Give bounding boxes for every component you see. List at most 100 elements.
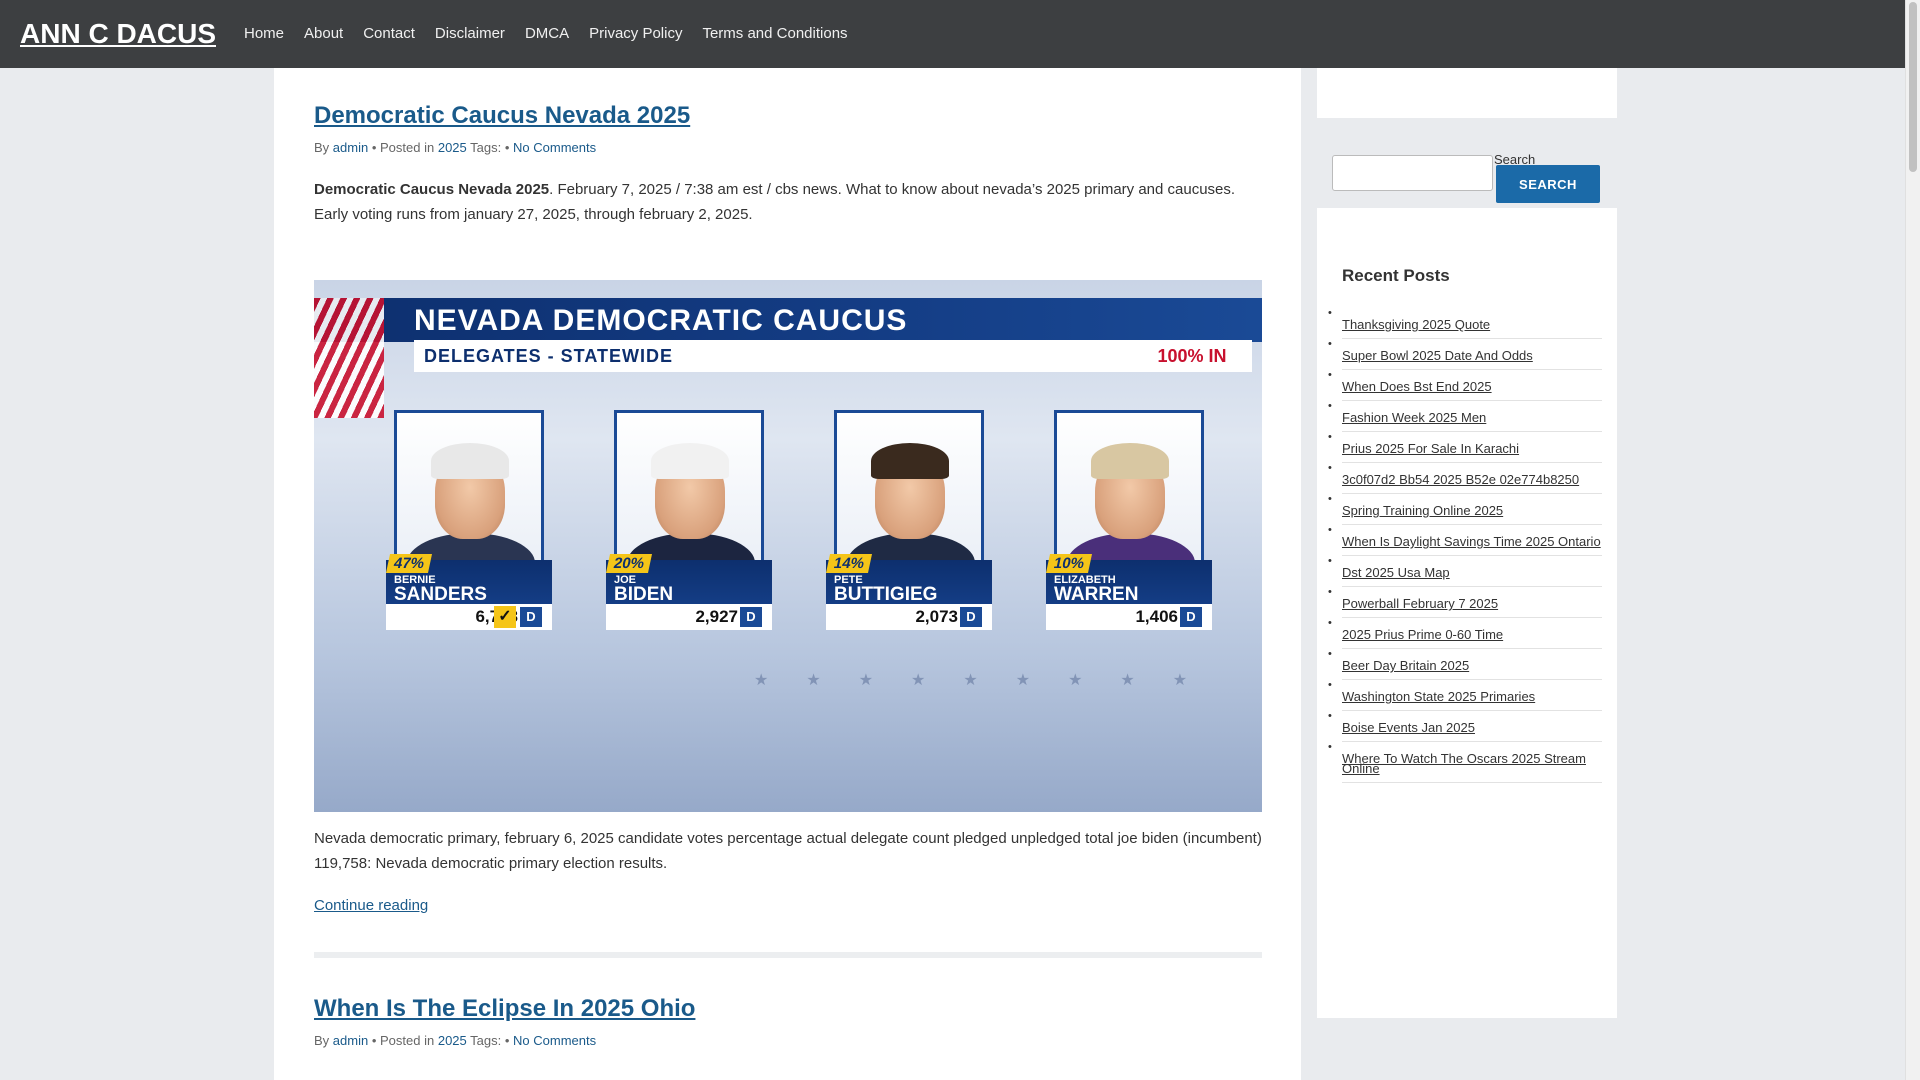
candidate-last-name: BIDEN xyxy=(614,584,674,605)
nav-item-about: About xyxy=(294,0,353,68)
recent-post-link[interactable]: Powerball February 7 2025 xyxy=(1342,596,1498,611)
nav-item-contact: Contact xyxy=(353,0,425,68)
recent-post-link[interactable]: When Is Daylight Savings Time 2025 Ontar… xyxy=(1342,534,1601,549)
recent-post-item: 2025 Prius Prime 0-60 Time xyxy=(1328,618,1602,649)
candidate-percent: 20% xyxy=(605,554,653,573)
post-body-text: Nevada democratic primary, february 6, 2… xyxy=(314,830,1262,872)
post-article-2: When Is The Eclipse In 2025 Ohio By admi… xyxy=(314,995,1262,1048)
author-link[interactable]: admin xyxy=(333,140,368,155)
continue-reading-link[interactable]: Continue reading xyxy=(314,897,428,914)
meta-bullet: • xyxy=(504,140,510,155)
candidate-party: D xyxy=(1180,607,1202,627)
nav-link-about[interactable]: About xyxy=(294,0,353,68)
category-link-2[interactable]: 2025 xyxy=(438,1033,467,1048)
nav-link-disclaimer[interactable]: Disclaimer xyxy=(425,0,515,68)
nav-link-contact[interactable]: Contact xyxy=(353,0,425,68)
recent-post-item: Spring Training Online 2025 xyxy=(1328,494,1602,525)
post-title-link[interactable]: Democratic Caucus Nevada 2025 xyxy=(314,102,690,130)
post-title-link-2[interactable]: When Is The Eclipse In 2025 Ohio xyxy=(314,995,695,1023)
post-divider xyxy=(314,952,1262,958)
graphic-subtitle: DELEGATES - STATEWIDE xyxy=(414,340,1194,372)
nav-link-terms[interactable]: Terms and Conditions xyxy=(692,0,857,68)
recent-post-link[interactable]: Super Bowl 2025 Date And Odds xyxy=(1342,348,1533,363)
graphic-reporting: 100% IN xyxy=(1132,340,1252,372)
candidate-percent: 47% xyxy=(385,554,433,573)
recent-post-item: 3c0f07d2 Bb54 2025 B52e 02e774b8250 xyxy=(1328,463,1602,494)
page-scrollbar[interactable] xyxy=(1905,0,1920,1080)
recent-post-link[interactable]: Fashion Week 2025 Men xyxy=(1342,410,1486,425)
meta-by: By xyxy=(314,140,330,155)
candidate-party: D xyxy=(960,607,982,627)
recent-post-item: Super Bowl 2025 Date And Odds xyxy=(1328,339,1602,370)
meta-tags-2: Tags: xyxy=(470,1033,502,1048)
candidate-last-name: SANDERS xyxy=(394,584,487,605)
recent-post-link[interactable]: Washington State 2025 Primaries xyxy=(1342,689,1535,704)
recent-post-link[interactable]: Spring Training Online 2025 xyxy=(1342,503,1503,518)
main-nav: Home About Contact Disclaimer DMCA Priva… xyxy=(234,0,858,68)
search-button[interactable]: SEARCH xyxy=(1496,165,1600,203)
nav-link-dmca[interactable]: DMCA xyxy=(515,0,579,68)
candidate-card: 20% JOE BIDEN 2,927 D xyxy=(605,410,772,640)
recent-posts-widget: Recent Posts Thanksgiving 2025 Quote Supe… xyxy=(1317,238,1617,1018)
recent-post-link[interactable]: Beer Day Britain 2025 xyxy=(1342,658,1469,673)
recent-post-link[interactable]: 2025 Prius Prime 0-60 Time xyxy=(1342,627,1503,642)
post-article: Democratic Caucus Nevada 2025 By admin •… xyxy=(314,102,1262,227)
candidate-card: 14% PETE BUTTIGIEG 2,073 D xyxy=(825,410,992,640)
sidebar-blank-widget xyxy=(1317,68,1617,118)
recent-post-item: Thanksgiving 2025 Quote xyxy=(1328,308,1602,339)
candidate-percent: 10% xyxy=(1045,554,1093,573)
star-icon: ★ xyxy=(1120,672,1135,689)
recent-post-item: When Does Bst End 2025 xyxy=(1328,370,1602,401)
comments-link-2[interactable]: No Comments xyxy=(513,1033,596,1048)
candidate-percent: 14% xyxy=(825,554,873,573)
recent-post-item: Fashion Week 2025 Men xyxy=(1328,401,1602,432)
recent-post-item: When Is Daylight Savings Time 2025 Ontar… xyxy=(1328,525,1602,556)
recent-posts-title: Recent Posts xyxy=(1342,266,1450,285)
category-link[interactable]: 2025 xyxy=(438,140,467,155)
post-intro: Democratic Caucus Nevada 2025. February … xyxy=(314,177,1262,227)
recent-post-link[interactable]: Thanksgiving 2025 Quote xyxy=(1342,317,1490,332)
star-icon: ★ xyxy=(806,672,821,689)
recent-post-item: Boise Events Jan 2025 xyxy=(1328,711,1602,742)
recent-post-link[interactable]: Prius 2025 For Sale In Karachi xyxy=(1342,441,1519,456)
recent-post-link[interactable]: Boise Events Jan 2025 xyxy=(1342,720,1475,735)
site-title-link[interactable]: ANN C DACUS xyxy=(20,18,216,50)
recent-post-link[interactable]: When Does Bst End 2025 xyxy=(1342,379,1492,394)
candidate-row: 47%BERNIESANDERS6,788✓D 20%JOEBIDEN2,927D… xyxy=(385,410,1212,640)
recent-post-item: Beer Day Britain 2025 xyxy=(1328,649,1602,680)
main-content: Democratic Caucus Nevada 2025 By admin •… xyxy=(274,68,1301,1080)
nav-item-home: Home xyxy=(234,0,294,68)
candidate-hair xyxy=(431,443,509,479)
author-link-2[interactable]: admin xyxy=(333,1033,368,1048)
recent-post-item: Washington State 2025 Primaries xyxy=(1328,680,1602,711)
star-icon: ★ xyxy=(754,672,769,689)
recent-post-link[interactable]: 3c0f07d2 Bb54 2025 B52e 02e774b8250 xyxy=(1342,472,1579,487)
nav-item-dmca: DMCA xyxy=(515,0,579,68)
comments-link[interactable]: No Comments xyxy=(513,140,596,155)
scrollbar-thumb[interactable] xyxy=(1909,2,1917,172)
meta-bullet-2: • xyxy=(504,1033,510,1048)
top-navigation-bar: ANN C DACUS Home About Contact Disclaime… xyxy=(0,0,1905,68)
candidate-party: D xyxy=(740,607,762,627)
recent-post-link[interactable]: Dst 2025 Usa Map xyxy=(1342,565,1450,580)
search-input[interactable] xyxy=(1332,155,1493,191)
candidate-party: D xyxy=(520,607,542,627)
graphic-flag-stripes xyxy=(314,298,384,418)
recent-post-item: Powerball February 7 2025 xyxy=(1328,587,1602,618)
nav-link-home[interactable]: Home xyxy=(234,0,294,68)
candidate-hair xyxy=(871,443,949,479)
meta-posted-in-2: • Posted in xyxy=(371,1033,435,1048)
nav-item-disclaimer: Disclaimer xyxy=(425,0,515,68)
star-icon: ★ xyxy=(858,672,874,689)
post-intro-bold: Democratic Caucus Nevada 2025 xyxy=(314,181,550,198)
nav-item-privacy-policy: Privacy Policy xyxy=(579,0,692,68)
meta-tags: Tags: xyxy=(470,140,502,155)
graphic-stars: ★ ★ ★ ★ ★ ★ ★ ★ ★ xyxy=(754,670,1187,690)
post-body: Nevada democratic primary, february 6, 2… xyxy=(314,826,1262,915)
recent-post-link[interactable]: Where To Watch The Oscars 2025 Stream On… xyxy=(1342,751,1586,776)
candidate-last-name: WARREN xyxy=(1054,584,1139,605)
candidate-hair xyxy=(651,443,729,479)
nav-link-privacy-policy[interactable]: Privacy Policy xyxy=(579,0,692,68)
featured-image[interactable]: NEVADA DEMOCRATIC CAUCUS DELEGATES - STA… xyxy=(314,280,1262,812)
recent-posts-list: Thanksgiving 2025 Quote Super Bowl 2025 D… xyxy=(1328,308,1602,783)
